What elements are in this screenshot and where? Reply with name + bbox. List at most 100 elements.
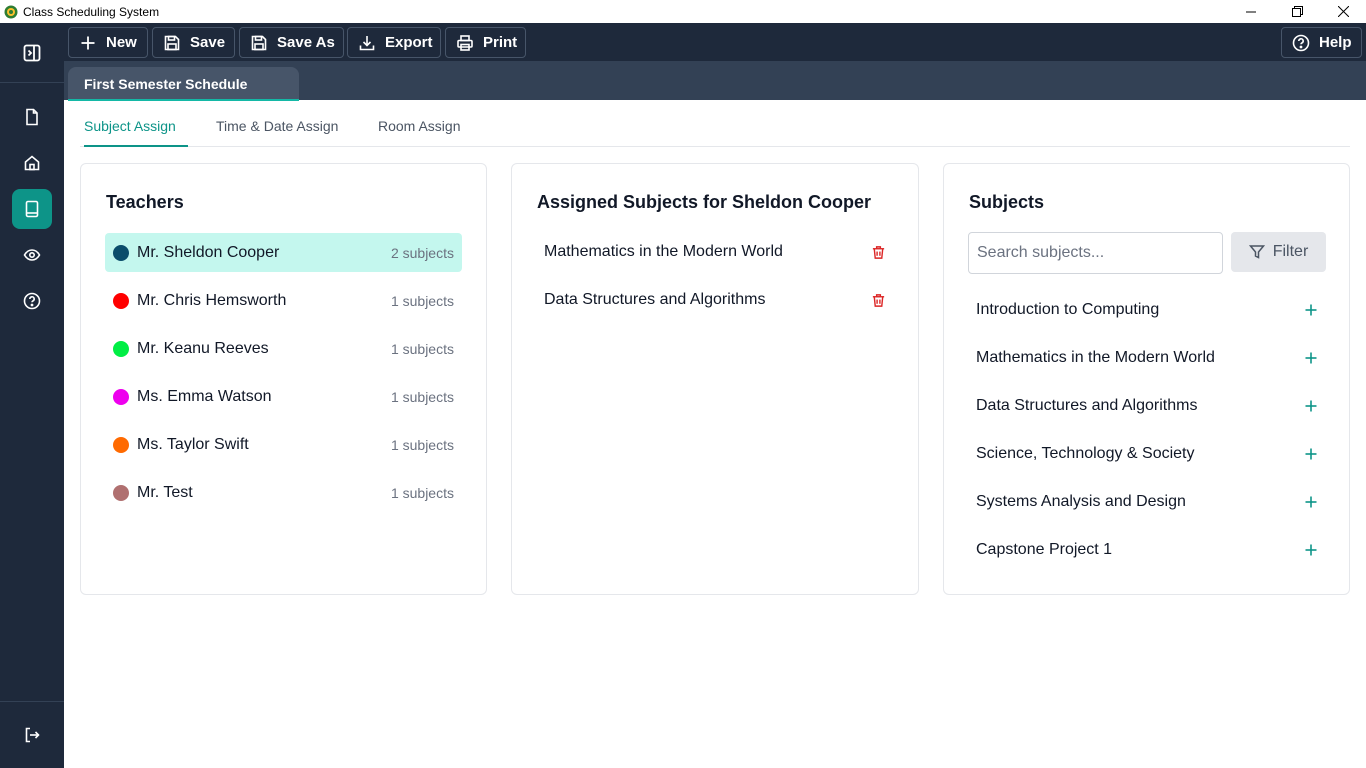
trash-icon <box>872 245 885 259</box>
eye-icon <box>23 249 41 261</box>
sidebar-item-home[interactable] <box>12 143 52 183</box>
add-subject-button[interactable] <box>1304 351 1318 365</box>
export-button-label: Export <box>385 34 433 51</box>
sidebar-divider <box>0 82 64 83</box>
logout-icon <box>25 727 40 743</box>
search-subjects-input[interactable] <box>968 232 1223 274</box>
teacher-subject-count: 1 subjects <box>390 436 454 453</box>
assigned-subject-name: Data Structures and Algorithms <box>544 291 766 308</box>
remove-subject-button[interactable] <box>871 245 886 260</box>
logout-button[interactable] <box>12 715 52 755</box>
toolbar: New Save Save As Export Print Help <box>64 23 1366 61</box>
save-as-button[interactable]: Save As <box>239 27 344 58</box>
teacher-name: Mr. Chris Hemsworth <box>137 291 287 309</box>
new-button[interactable]: New <box>68 27 148 58</box>
document-tab[interactable]: First Semester Schedule <box>68 67 299 101</box>
teacher-color-dot <box>113 484 129 501</box>
teacher-subject-count: 1 subjects <box>390 340 454 357</box>
printer-icon <box>457 34 473 51</box>
add-subject-button[interactable] <box>1304 495 1318 509</box>
teacher-color-dot <box>113 292 129 309</box>
tab-subject-assign[interactable]: Subject Assign <box>84 118 188 147</box>
restore-button[interactable] <box>1274 0 1320 23</box>
sidebar <box>0 23 64 768</box>
book-icon <box>25 200 39 218</box>
document-tab-strip: First Semester Schedule <box>64 61 1366 101</box>
assigned-subjects-panel: Assigned Subjects for Sheldon Cooper Mat… <box>511 163 919 595</box>
teacher-name: Mr. Test <box>137 483 193 501</box>
assigned-subject-row: Mathematics in the Modern World <box>536 232 894 272</box>
home-icon <box>24 155 40 171</box>
print-button[interactable]: Print <box>445 27 526 58</box>
trash-icon <box>872 293 885 307</box>
teacher-color-dot <box>113 436 129 453</box>
subject-row: Mathematics in the Modern World <box>968 338 1326 378</box>
teacher-subject-count: 1 subjects <box>390 292 454 309</box>
teacher-row[interactable]: Mr. Sheldon Cooper 2 subjects <box>105 233 462 272</box>
filter-button[interactable]: Filter <box>1231 232 1326 272</box>
add-subject-button[interactable] <box>1304 399 1318 413</box>
window-titlebar: Class Scheduling System <box>0 0 1366 23</box>
subject-name: Science, Technology & Society <box>976 445 1195 462</box>
subject-name: Introduction to Computing <box>976 301 1160 318</box>
close-button[interactable] <box>1320 0 1366 23</box>
teacher-name: Ms. Emma Watson <box>137 387 272 405</box>
download-icon <box>359 35 375 50</box>
sidebar-item-help[interactable] <box>12 281 52 321</box>
subject-row: Science, Technology & Society <box>968 434 1326 474</box>
tab-room-assign[interactable]: Room Assign <box>378 118 460 147</box>
subjects-panel-title: Subjects <box>969 192 1045 212</box>
teacher-subject-count: 1 subjects <box>390 388 454 405</box>
print-button-label: Print <box>483 34 518 51</box>
assigned-subject-name: Mathematics in the Modern World <box>544 243 783 260</box>
subject-row: Introduction to Computing <box>968 290 1326 330</box>
teacher-row[interactable]: Mr. Keanu Reeves 1 subjects <box>105 329 462 368</box>
teacher-color-dot <box>113 388 129 405</box>
sidebar-item-subjects[interactable] <box>12 189 52 229</box>
help-circle-icon <box>23 292 41 310</box>
plus-icon <box>1305 352 1317 364</box>
subject-name: Capstone Project 1 <box>976 541 1113 558</box>
save-as-icon <box>251 35 267 50</box>
remove-subject-button[interactable] <box>871 293 886 308</box>
export-button[interactable]: Export <box>347 27 441 58</box>
tab-time-date-assign[interactable]: Time & Date Assign <box>216 118 338 147</box>
teacher-name: Ms. Taylor Swift <box>137 435 249 453</box>
teacher-row[interactable]: Ms. Emma Watson 1 subjects <box>105 377 462 416</box>
teachers-panel: Teachers Mr. Sheldon Cooper 2 subjects Mr.… <box>80 163 487 595</box>
teacher-color-dot <box>113 244 129 261</box>
window-title: Class Scheduling System <box>23 4 160 19</box>
add-subject-button[interactable] <box>1304 447 1318 461</box>
teacher-color-dot <box>113 340 129 357</box>
restore-icon <box>1291 6 1303 17</box>
add-subject-button[interactable] <box>1304 543 1318 557</box>
help-button[interactable]: Help <box>1281 27 1362 58</box>
teacher-row[interactable]: Ms. Taylor Swift 1 subjects <box>105 425 462 464</box>
close-icon <box>1337 6 1349 17</box>
plus-icon <box>81 36 95 49</box>
save-button-label: Save <box>190 34 226 51</box>
subject-row: Capstone Project 1 <box>968 530 1326 570</box>
subject-row: Systems Analysis and Design <box>968 482 1326 522</box>
filter-button-label: Filter <box>1272 243 1309 260</box>
minimize-button[interactable] <box>1228 0 1274 23</box>
teacher-subject-count: 1 subjects <box>390 484 454 501</box>
help-button-label: Help <box>1319 34 1352 51</box>
assigned-panel-title: Assigned Subjects for Sheldon Cooper <box>537 192 872 212</box>
subjects-panel: Subjects Filter Introduction to Computin… <box>943 163 1350 595</box>
sidebar-item-file[interactable] <box>12 97 52 137</box>
plus-icon <box>1305 400 1317 412</box>
teacher-row[interactable]: Mr. Chris Hemsworth 1 subjects <box>105 281 462 320</box>
add-subject-button[interactable] <box>1304 303 1318 317</box>
assigned-subject-row: Data Structures and Algorithms <box>536 280 894 320</box>
teacher-name: Mr. Keanu Reeves <box>137 339 269 357</box>
toggle-sidebar-button[interactable] <box>12 33 52 73</box>
save-button[interactable]: Save <box>152 27 235 58</box>
minimize-icon <box>1246 11 1256 12</box>
teacher-name: Mr. Sheldon Cooper <box>137 243 280 261</box>
teachers-panel-title: Teachers <box>106 192 184 212</box>
teacher-subject-count: 2 subjects <box>390 244 454 261</box>
plus-icon <box>1305 544 1317 556</box>
sidebar-item-view[interactable] <box>12 235 52 275</box>
teacher-row[interactable]: Mr. Test 1 subjects <box>105 473 462 512</box>
